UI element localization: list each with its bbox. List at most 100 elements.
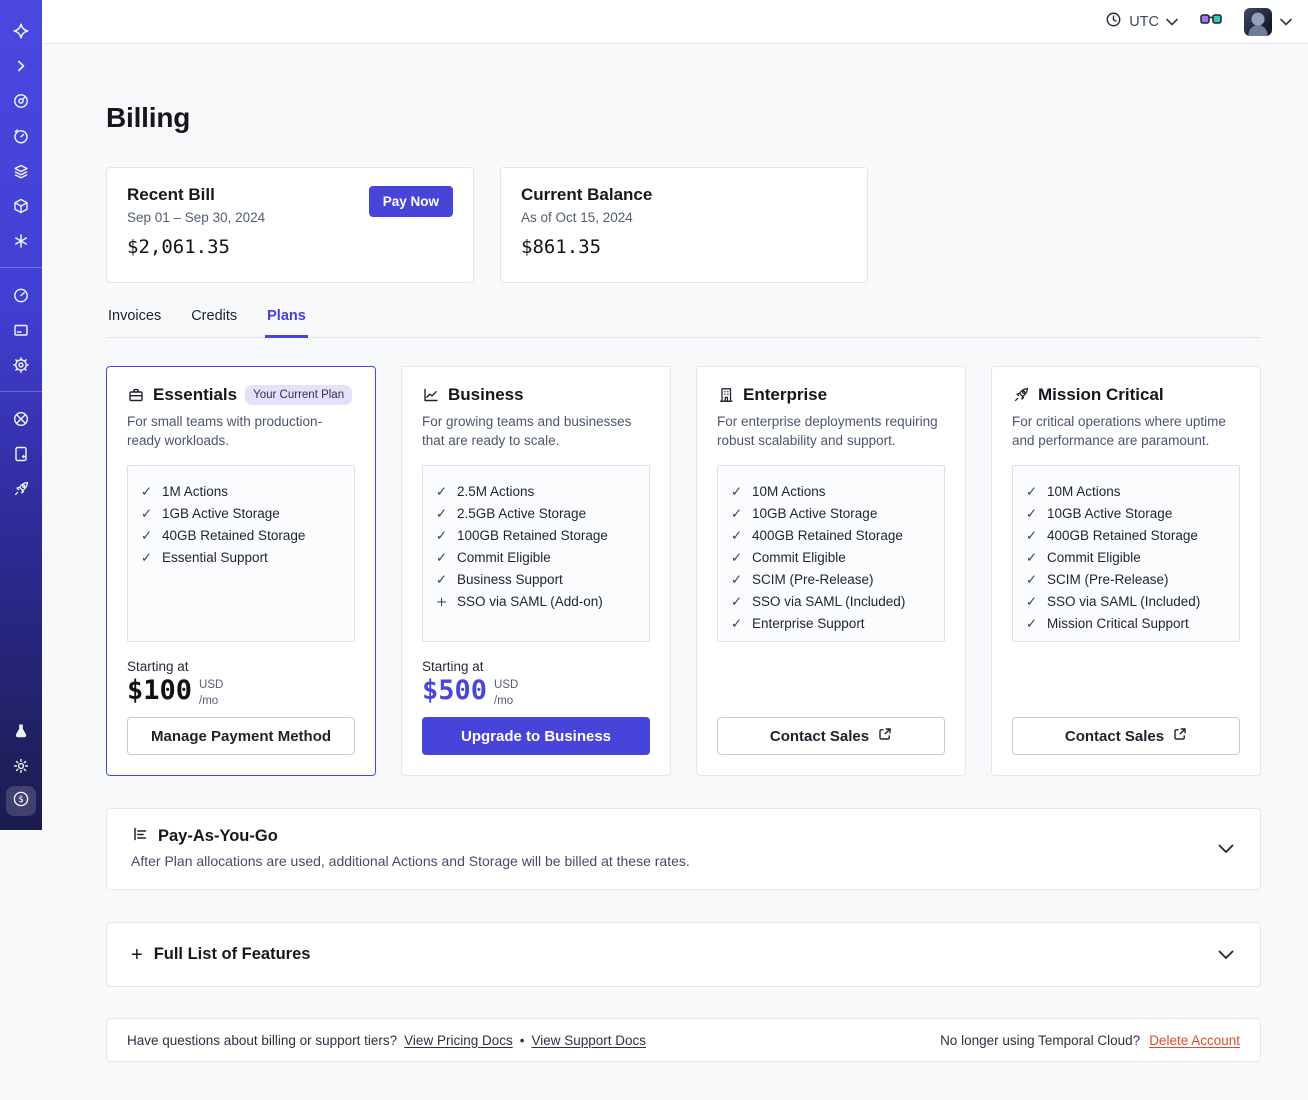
sidebar-item-deployments[interactable] bbox=[0, 188, 42, 223]
view-pricing-docs-link[interactable]: View Pricing Docs bbox=[404, 1033, 513, 1048]
plan-price: Starting at $500 USD/mo bbox=[422, 659, 650, 715]
plan-price: Starting at $100 USD/mo bbox=[127, 659, 355, 715]
sidebar-item-labs[interactable] bbox=[0, 713, 42, 748]
plan-feature-box: ✓ 10M Actions ✓ 10GB Active Storage ✓ 400GB… bbox=[717, 465, 945, 643]
sidebar-item-namespaces[interactable] bbox=[0, 83, 42, 118]
manage-payment-button[interactable]: Manage Payment Method bbox=[127, 717, 355, 755]
starting-at-label: Starting at bbox=[422, 659, 484, 675]
sidebar-item-billing-active[interactable]: $ bbox=[6, 786, 36, 816]
feature-label: Commit Eligible bbox=[457, 550, 551, 566]
feature-row: ✓ Commit Eligible bbox=[730, 547, 932, 569]
upgrade-business-button[interactable]: Upgrade to Business bbox=[422, 717, 650, 755]
sidebar: $ bbox=[0, 0, 42, 830]
sidebar-item-getting-started[interactable] bbox=[0, 471, 42, 506]
delete-account-link[interactable]: Delete Account bbox=[1149, 1033, 1240, 1048]
rates-chart-icon bbox=[131, 825, 149, 848]
namespaces-spiral-icon bbox=[12, 92, 30, 110]
check-icon: ✓ bbox=[730, 484, 743, 501]
chevron-down-icon[interactable] bbox=[1218, 844, 1234, 854]
sidebar-item-theme-toggle[interactable] bbox=[0, 748, 42, 783]
gauge-icon bbox=[12, 286, 30, 304]
feature-row: ✓ 400GB Retained Storage bbox=[730, 525, 932, 547]
tab-credits[interactable]: Credits bbox=[189, 308, 239, 338]
plan-description: For enterprise deployments requiring rob… bbox=[717, 414, 938, 449]
pay-now-button[interactable]: Pay Now bbox=[368, 186, 453, 217]
contact-sales-button[interactable]: Contact Sales bbox=[1012, 717, 1240, 755]
feature-row: ✓ 40GB Retained Storage bbox=[140, 525, 342, 547]
price-amount: $500 bbox=[422, 675, 488, 707]
separator-dot: • bbox=[519, 1032, 525, 1048]
check-icon: ✓ bbox=[435, 484, 448, 501]
book-icon bbox=[12, 445, 30, 463]
chevron-down-icon bbox=[1166, 13, 1178, 31]
footer-question: Have questions about billing or support … bbox=[127, 1032, 398, 1048]
feature-row: ✓ SCIM (Pre-Release) bbox=[730, 569, 932, 591]
sidebar-item-nexus[interactable] bbox=[0, 223, 42, 258]
check-icon: ✓ bbox=[1025, 550, 1038, 567]
contact-sales-button[interactable]: Contact Sales bbox=[717, 717, 945, 755]
tab-plans[interactable]: Plans bbox=[265, 308, 308, 338]
plan-header: Business bbox=[422, 385, 650, 405]
user-menu[interactable] bbox=[1244, 7, 1292, 36]
full-features-accordion[interactable]: + Full List of Features bbox=[106, 922, 1261, 987]
feature-label: Enterprise Support bbox=[752, 616, 865, 632]
feature-row: ✓ 100GB Retained Storage bbox=[435, 525, 637, 547]
plans-row: Essentials Your Current Plan For small t… bbox=[106, 366, 1261, 776]
feature-row: ✓ 2.5GB Active Storage bbox=[435, 503, 637, 525]
chevron-down-icon[interactable] bbox=[1218, 950, 1234, 960]
price-period: /mo bbox=[494, 694, 514, 707]
sidebar-item-stack[interactable] bbox=[0, 153, 42, 188]
plan-feature-box: ✓ 1M Actions ✓ 1GB Active Storage ✓ 40GB Re… bbox=[127, 465, 355, 643]
plan-description: For critical operations where uptime and… bbox=[1012, 414, 1226, 449]
feature-row: ✓ 2.5M Actions bbox=[435, 481, 637, 503]
sidebar-item-settings[interactable] bbox=[0, 347, 42, 382]
feature-row: ✓ 10M Actions bbox=[1025, 481, 1227, 503]
check-icon: ✓ bbox=[730, 594, 743, 611]
sidebar-divider bbox=[0, 391, 42, 392]
feature-row: ✓ Essential Support bbox=[140, 547, 342, 569]
feature-row: ✓ 10GB Active Storage bbox=[730, 503, 932, 525]
tab-invoices[interactable]: Invoices bbox=[106, 308, 163, 338]
payg-description: After Plan allocations are used, additio… bbox=[131, 853, 690, 869]
feature-label: Mission Critical Support bbox=[1047, 616, 1189, 632]
check-icon: ✓ bbox=[1025, 616, 1038, 633]
feature-label: 10GB Active Storage bbox=[752, 506, 878, 522]
sidebar-divider bbox=[0, 267, 42, 268]
feature-row: ✓ Commit Eligible bbox=[435, 547, 637, 569]
feedback-glasses-button[interactable] bbox=[1200, 12, 1222, 32]
plan-description: For small teams with production-ready wo… bbox=[127, 414, 323, 449]
feature-label: Essential Support bbox=[162, 550, 268, 566]
current-balance-date: As of Oct 15, 2024 bbox=[521, 210, 633, 225]
plan-name: Mission Critical bbox=[1038, 385, 1164, 404]
check-icon: ✓ bbox=[140, 550, 153, 567]
billing-tabs: Invoices Credits Plans bbox=[106, 308, 1261, 338]
feature-row: ✓ 1M Actions bbox=[140, 481, 342, 503]
check-icon: ✓ bbox=[1025, 484, 1038, 501]
feature-label: SCIM (Pre-Release) bbox=[752, 572, 874, 588]
asterisk-icon bbox=[12, 232, 30, 250]
check-icon: ✓ bbox=[435, 506, 448, 523]
feature-label: 2.5GB Active Storage bbox=[457, 506, 587, 522]
full-features-title: Full List of Features bbox=[153, 945, 311, 963]
page-title: Billing bbox=[106, 102, 191, 133]
sidebar-expand-button[interactable] bbox=[0, 48, 42, 83]
plus-icon: + bbox=[435, 594, 448, 611]
check-icon: ✓ bbox=[730, 616, 743, 633]
feature-row: ✓ Enterprise Support bbox=[730, 613, 932, 635]
chart-line-icon bbox=[422, 386, 440, 404]
sidebar-item-billing[interactable] bbox=[0, 312, 42, 347]
sidebar-item-schedules[interactable] bbox=[0, 118, 42, 153]
plan-card-business: Business For growing teams and businesse… bbox=[401, 366, 671, 776]
timezone-label: UTC bbox=[1129, 13, 1159, 30]
current-balance-card: Current Balance As of Oct 15, 2024 $861.… bbox=[500, 167, 868, 283]
sidebar-item-docs[interactable] bbox=[0, 436, 42, 471]
delete-account-question: No longer using Temporal Cloud? bbox=[940, 1032, 1141, 1048]
sidebar-item-support[interactable] bbox=[0, 401, 42, 436]
sidebar-item-usage[interactable] bbox=[0, 277, 42, 312]
sidebar-item-home[interactable] bbox=[0, 13, 42, 48]
check-icon: ✓ bbox=[435, 550, 448, 567]
timezone-selector[interactable]: UTC bbox=[1105, 11, 1178, 33]
price-period: /mo bbox=[199, 694, 219, 707]
pay-as-you-go-accordion[interactable]: Pay-As-You-Go After Plan allocations are… bbox=[106, 808, 1261, 890]
view-support-docs-link[interactable]: View Support Docs bbox=[531, 1033, 646, 1048]
